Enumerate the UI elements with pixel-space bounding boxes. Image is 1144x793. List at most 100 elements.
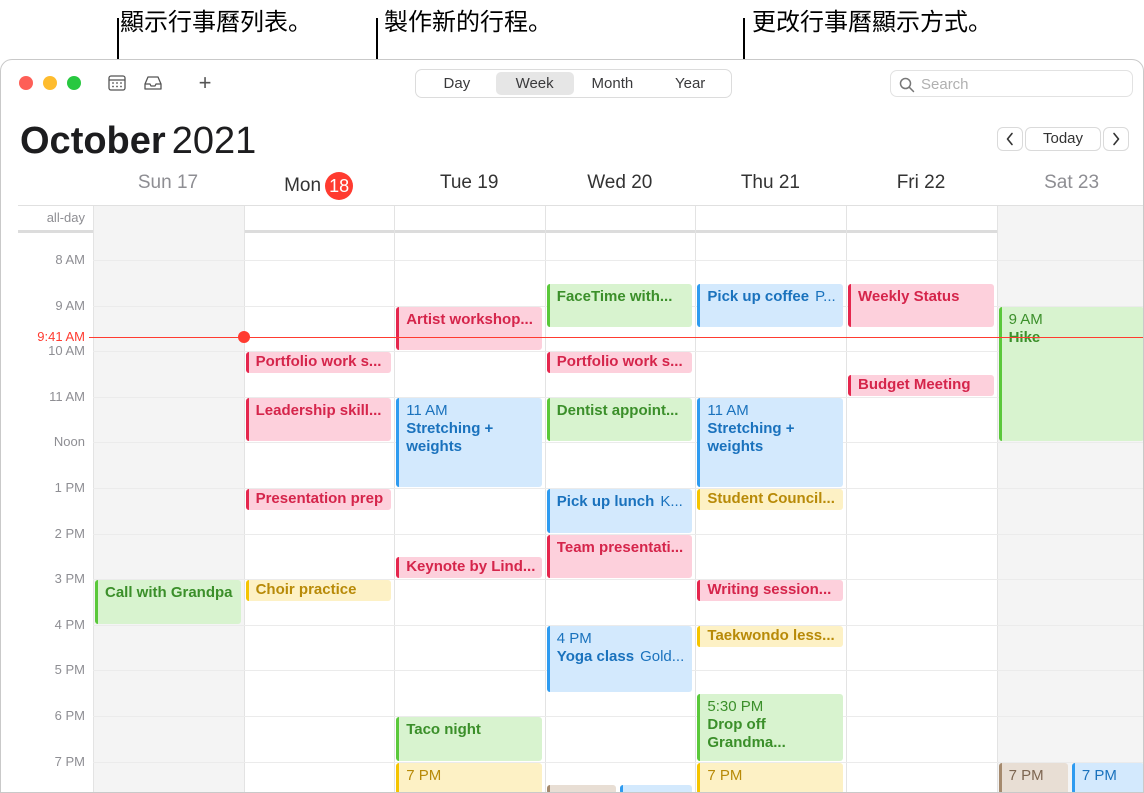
calendar-event[interactable]: Weekly Status: [848, 283, 994, 328]
hour-line: [93, 716, 1143, 717]
calendar-event[interactable]: 7 PM: [697, 762, 843, 792]
day-header-label: Thu 21: [740, 172, 800, 193]
view-month-button[interactable]: Month: [574, 72, 652, 95]
calendar-event[interactable]: Team presentati...: [546, 534, 693, 579]
day-header[interactable]: Wed 20: [545, 172, 695, 194]
previous-week-button[interactable]: [997, 127, 1023, 151]
calendar-event[interactable]: [620, 785, 693, 792]
day-column-divider: [394, 206, 396, 792]
calendar-list-button[interactable]: [106, 72, 128, 94]
calendar-event[interactable]: FaceTime with...: [546, 283, 693, 328]
page-title: October 2021: [20, 120, 256, 163]
day-header[interactable]: Sun 17: [93, 172, 243, 194]
time-label: 10 AM: [48, 343, 85, 359]
time-label: 3 PM: [54, 571, 85, 587]
add-event-button[interactable]: +: [194, 72, 216, 94]
calendar-event[interactable]: 5:30 PM Drop off Grandma...: [697, 694, 843, 761]
event-time: 7 PM: [1081, 766, 1117, 784]
event-title: Writing session...: [707, 581, 837, 599]
event-title-text: Keynote by Lind...: [406, 558, 536, 576]
day-column-divider: [544, 206, 546, 792]
next-week-button[interactable]: [1103, 127, 1129, 151]
event-time: 11 AM: [707, 401, 749, 419]
calendar-event[interactable]: Writing session...: [697, 580, 843, 601]
event-time: 7 PM: [707, 766, 743, 784]
calendar-event[interactable]: Student Council...: [697, 489, 843, 510]
event-title: FaceTime with...: [557, 288, 687, 306]
day-column-divider: [996, 206, 998, 792]
hour-line: [93, 442, 1143, 444]
inbox-button[interactable]: [142, 72, 164, 94]
day-column-divider: [93, 206, 94, 792]
event-time: 11 AM: [406, 401, 448, 419]
event-title: Keynote by Lind...: [406, 558, 536, 576]
day-column-divider: [695, 206, 697, 792]
time-label: 2 PM: [54, 525, 85, 541]
event-location: Gold...: [640, 647, 685, 665]
day-header[interactable]: Thu 21: [695, 172, 845, 194]
calendar-event[interactable]: Pick up lunch K...: [546, 489, 693, 533]
calendar-event[interactable]: Keynote by Lind...: [396, 557, 542, 579]
calendar-event[interactable]: Presentation prep: [245, 489, 392, 510]
callout-new-event: 製作新的行程。: [384, 8, 552, 36]
calendar-event[interactable]: Leadership skill...: [245, 397, 392, 442]
event-title: Leadership skill...: [256, 402, 386, 420]
minimize-button[interactable]: [43, 76, 57, 90]
time-label: 4 PM: [54, 616, 85, 632]
calendar-event[interactable]: 11 AM Stretching + weights: [697, 397, 843, 487]
event-title-text: Leadership skill...: [255, 401, 382, 419]
calendar-event[interactable]: 11 AM Stretching + weights: [396, 397, 542, 487]
event-time: 9 AM: [1008, 310, 1043, 328]
time-label: 1 PM: [54, 480, 85, 495]
search-field[interactable]: [890, 70, 1133, 97]
time-label: 9 AM: [55, 297, 85, 313]
weekend-column: [93, 206, 244, 792]
event-title: Portfolio work s...: [557, 353, 687, 371]
calendar-event[interactable]: Taco night: [396, 717, 542, 761]
calendar-event[interactable]: 4 PM Yoga class Gold...: [546, 625, 693, 693]
calendar-window: + Day Week Month Year October2021 Today …: [0, 59, 1144, 793]
calendar-event[interactable]: Portfolio work s...: [546, 352, 693, 373]
calendar-event[interactable]: Budget Meeting: [848, 375, 994, 396]
view-day-button[interactable]: Day: [418, 72, 496, 95]
calendar-event[interactable]: 7 PM: [396, 762, 542, 792]
time-label: 8 AM: [55, 252, 85, 267]
event-title: Stretching + weights: [707, 420, 837, 456]
event-title-text: Pick up coffee: [707, 287, 810, 305]
event-title: Taco night: [406, 721, 536, 739]
event-title: Student Council...: [707, 490, 837, 508]
view-week-button[interactable]: Week: [495, 72, 574, 95]
day-header[interactable]: Mon 18: [244, 172, 394, 200]
calendar-event[interactable]: Portfolio work s...: [245, 352, 392, 373]
calendar-event[interactable]: Call with Grandpa: [95, 580, 241, 624]
close-button[interactable]: [19, 76, 33, 90]
zoom-button[interactable]: [67, 76, 81, 90]
day-header[interactable]: Tue 19: [394, 172, 544, 194]
event-title-text: Portfolio work s...: [556, 353, 683, 371]
day-header-label: Fri 22: [896, 172, 946, 193]
calendar-event[interactable]: Choir practice: [245, 580, 392, 601]
event-title: Budget Meeting: [858, 376, 988, 394]
event-title-text: Artist workshop...: [406, 310, 533, 328]
time-label: 11 AM: [49, 388, 85, 404]
view-year-button[interactable]: Year: [651, 72, 729, 95]
calendar-event[interactable]: Artist workshop...: [396, 306, 542, 351]
day-header[interactable]: Fri 22: [846, 172, 996, 194]
day-header[interactable]: Sat 23: [997, 172, 1143, 194]
event-title: Artist workshop...: [406, 311, 536, 329]
time-label: 5 PM: [54, 662, 85, 678]
calendar-event[interactable]: Pick up coffee P...: [697, 283, 843, 328]
chevron-right-icon: [1113, 132, 1120, 146]
event-title-text: Student Council...: [707, 490, 835, 507]
event-title-text: Pick up lunch: [556, 493, 655, 510]
calendar-event[interactable]: [546, 785, 617, 792]
current-time-dot: [237, 330, 250, 343]
calendar-event[interactable]: 9 AM Hike: [998, 306, 1143, 442]
calendar-event[interactable]: Dentist appoint...: [546, 397, 693, 442]
calendar-event[interactable]: 7 PM: [1071, 762, 1143, 792]
event-title-text: Taco night: [406, 721, 481, 738]
calendar-event[interactable]: 7 PM: [998, 762, 1068, 792]
calendar-event[interactable]: Taekwondo less...: [697, 625, 843, 647]
search-input[interactable]: [921, 73, 1121, 95]
today-button[interactable]: Today: [1025, 127, 1101, 151]
